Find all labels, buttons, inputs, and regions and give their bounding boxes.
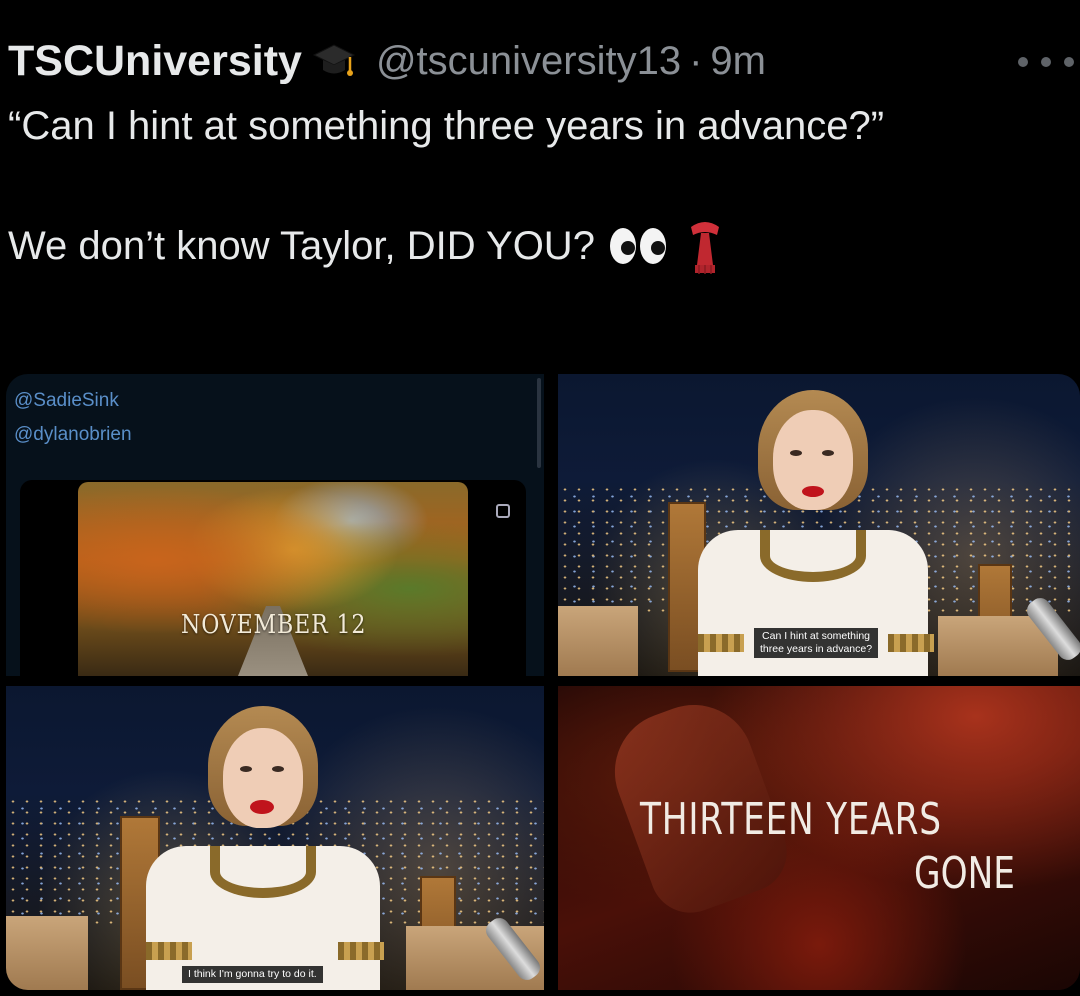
- eyes-icon: [607, 226, 671, 266]
- caption-line1: Can I hint at something: [762, 630, 871, 642]
- scarf-icon: [683, 217, 727, 275]
- tweet-body: “Can I hint at something three years in …: [8, 96, 1058, 276]
- scrollbar[interactable]: [537, 378, 541, 468]
- more-options-icon[interactable]: [1018, 50, 1074, 74]
- autumn-forest-image: [78, 482, 468, 676]
- media-panel-3[interactable]: I think I'm gonna try to do it.: [6, 686, 544, 990]
- tweet-text-line2-row: We don’t know Taylor, DID YOU?: [8, 216, 1058, 276]
- tweet-text-line2: We don’t know Taylor, DID YOU?: [8, 224, 595, 268]
- mention-dylanobrien[interactable]: @dylanobrien: [14, 418, 132, 452]
- display-name[interactable]: TSCUniversity: [8, 37, 302, 86]
- desk-left: [6, 916, 88, 990]
- desk-left: [558, 606, 638, 676]
- mention-list: @SadieSink @dylanobrien: [14, 384, 132, 452]
- caption-line2: three years in advance?: [760, 643, 873, 655]
- embed-icon[interactable]: [496, 504, 510, 518]
- graduation-cap-icon: [310, 37, 358, 85]
- media-panel-4[interactable]: THIRTEEN YEARS GONE: [558, 686, 1080, 990]
- tweet-header: TSCUniversity @tscuniversity13 · 9m: [8, 34, 766, 88]
- separator-dot: ·: [689, 38, 703, 83]
- subtitle-caption: I think I'm gonna try to do it.: [182, 966, 323, 983]
- title-line2: GONE: [914, 848, 1015, 899]
- user-handle[interactable]: @tscuniversity13: [376, 39, 681, 84]
- title-line1: THIRTEEN YEARS: [640, 794, 942, 845]
- guest-person: [146, 706, 384, 990]
- subtitle-caption: Can I hint at something three years in a…: [754, 628, 879, 658]
- timestamp[interactable]: 9m: [710, 39, 766, 84]
- media-grid[interactable]: @SadieSink @dylanobrien NOVEMBER 12 Can: [6, 374, 1080, 990]
- november-overlay-text: NOVEMBER 12: [181, 610, 367, 640]
- mention-sadiesink[interactable]: @SadieSink: [14, 384, 132, 418]
- media-panel-2[interactable]: Can I hint at something three years in a…: [558, 374, 1080, 676]
- media-panel-1[interactable]: @SadieSink @dylanobrien NOVEMBER 12: [6, 374, 544, 676]
- tweet-text-line1: “Can I hint at something three years in …: [8, 104, 885, 148]
